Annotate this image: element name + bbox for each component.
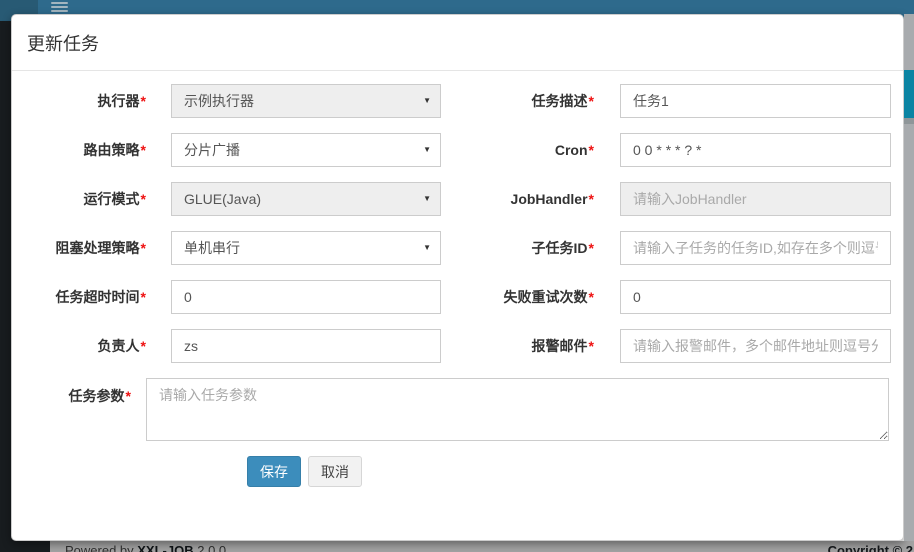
form-row: 任务参数* [12, 378, 903, 441]
form-row: 运行模式* GLUE(Java) ▼ JobHandler* [12, 182, 903, 216]
job-handler-input [620, 182, 891, 216]
route-strategy-select-value: 分片广播 [184, 140, 414, 160]
alarm-email-label: 报警邮件* [441, 336, 620, 356]
job-params-textarea[interactable] [146, 378, 889, 441]
brand-name: XXL-JOB [137, 543, 193, 552]
timeout-label: 任务超时时间* [12, 287, 171, 307]
required-marker: * [589, 338, 594, 354]
menu-icon[interactable] [51, 2, 68, 14]
fail-retry-label: 失败重试次数* [441, 287, 620, 307]
update-task-modal: 更新任务 执行器* 示例执行器 ▼ 任务描述* 路由策略* 分片广播 ▼ Cro… [11, 14, 904, 541]
alarm-email-input[interactable] [620, 329, 891, 363]
form-row: 执行器* 示例执行器 ▼ 任务描述* [12, 84, 903, 118]
route-strategy-label: 路由策略* [12, 140, 171, 160]
glue-type-label: 运行模式* [12, 189, 171, 209]
block-strategy-label: 阻塞处理策略* [12, 238, 171, 258]
modal-footer: 保存 取消 [247, 456, 903, 487]
modal-header: 更新任务 [12, 15, 903, 71]
cancel-button[interactable]: 取消 [308, 456, 362, 487]
scrollbar-thumb[interactable] [904, 70, 914, 118]
owner-label: 负责人* [12, 336, 171, 356]
block-strategy-select-value: 单机串行 [184, 238, 414, 258]
required-marker: * [589, 191, 594, 207]
cron-label: Cron* [441, 142, 620, 158]
required-marker: * [141, 191, 146, 207]
required-marker: * [589, 240, 594, 256]
form-row: 路由策略* 分片广播 ▼ Cron* [12, 133, 903, 167]
required-marker: * [141, 142, 146, 158]
required-marker: * [141, 240, 146, 256]
update-task-form: 执行器* 示例执行器 ▼ 任务描述* 路由策略* 分片广播 ▼ Cron* 运行… [12, 71, 903, 487]
menu-icon-bar [51, 10, 68, 12]
executor-label: 执行器* [12, 91, 171, 111]
powered-by-text: Powered by XXL-JOB 2.0.0 [65, 543, 226, 552]
chevron-down-icon: ▼ [423, 97, 431, 105]
chevron-down-icon: ▼ [423, 244, 431, 252]
chevron-down-icon: ▼ [423, 146, 431, 154]
owner-input[interactable] [171, 329, 441, 363]
required-marker: * [141, 338, 146, 354]
route-strategy-select[interactable]: 分片广播 ▼ [171, 133, 441, 167]
job-desc-label: 任务描述* [441, 91, 620, 111]
timeout-input[interactable] [171, 280, 441, 314]
executor-select-value: 示例执行器 [184, 91, 414, 111]
required-marker: * [589, 289, 594, 305]
block-strategy-select[interactable]: 单机串行 ▼ [171, 231, 441, 265]
executor-select: 示例执行器 ▼ [171, 84, 441, 118]
child-jobid-label: 子任务ID* [441, 238, 620, 258]
required-marker: * [126, 388, 131, 404]
form-row: 负责人* 报警邮件* [12, 329, 903, 363]
scrollbar-thumb-shadow [904, 118, 914, 124]
copyright-text: Copyright © 2 [828, 543, 913, 552]
required-marker: * [589, 142, 594, 158]
required-marker: * [141, 93, 146, 109]
form-row: 任务超时时间* 失败重试次数* [12, 280, 903, 314]
job-desc-input[interactable] [620, 84, 891, 118]
required-marker: * [589, 93, 594, 109]
job-handler-label: JobHandler* [441, 191, 620, 207]
modal-title: 更新任务 [27, 32, 888, 57]
form-row: 阻塞处理策略* 单机串行 ▼ 子任务ID* [12, 231, 903, 265]
modal-scrollbar[interactable] [904, 14, 914, 541]
glue-type-select: GLUE(Java) ▼ [171, 182, 441, 216]
cron-input[interactable] [620, 133, 891, 167]
fail-retry-input[interactable] [620, 280, 891, 314]
glue-type-select-value: GLUE(Java) [184, 191, 414, 207]
chevron-down-icon: ▼ [423, 195, 431, 203]
menu-icon-bar [51, 2, 68, 4]
child-jobid-input[interactable] [620, 231, 891, 265]
menu-icon-bar [51, 6, 68, 8]
page-footer: Powered by XXL-JOB 2.0.0 Copyright © 2 [50, 541, 914, 552]
required-marker: * [141, 289, 146, 305]
job-params-label: 任务参数* [12, 378, 146, 441]
save-button[interactable]: 保存 [247, 456, 301, 487]
